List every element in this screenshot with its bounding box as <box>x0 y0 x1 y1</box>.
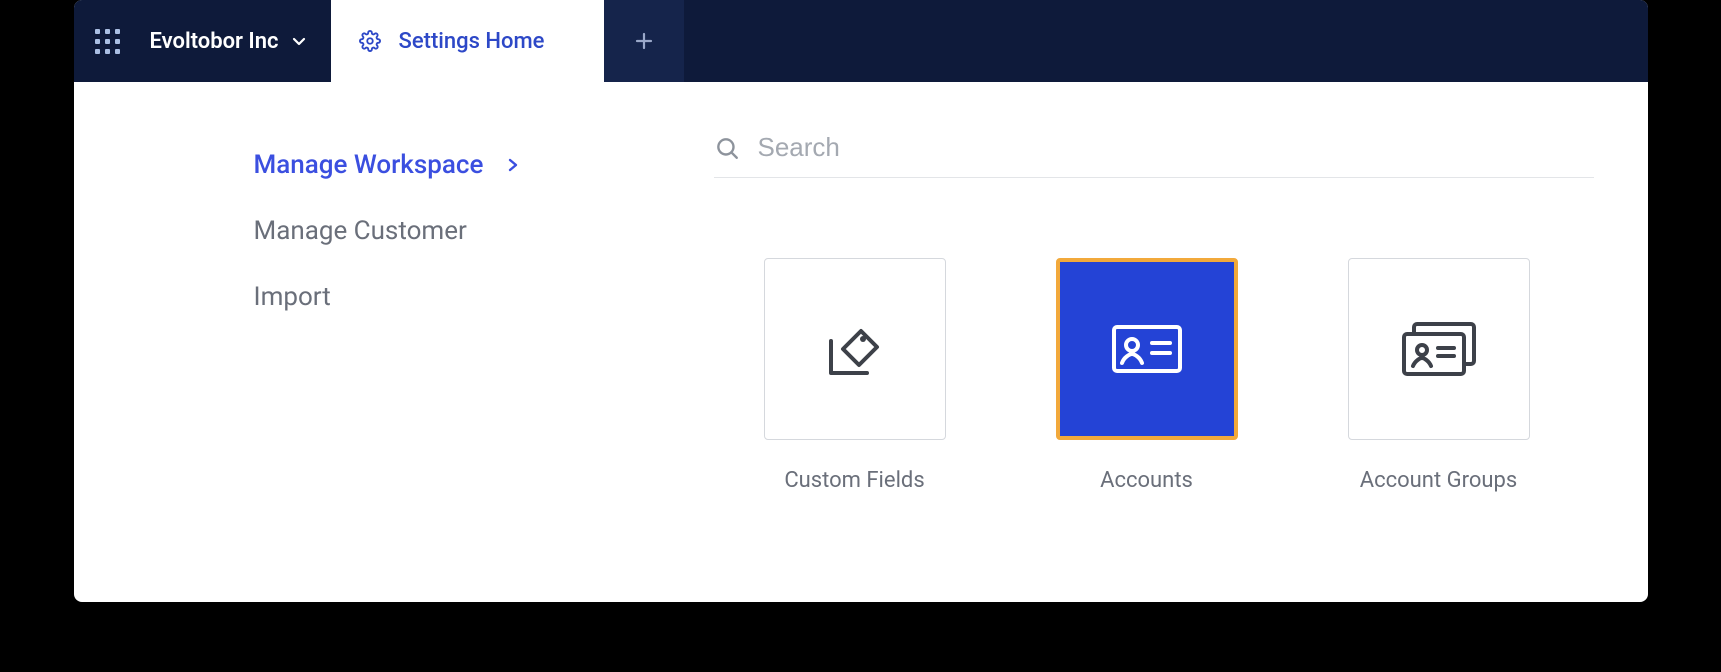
gear-icon <box>359 30 381 52</box>
sidebar-item-import[interactable]: Import <box>254 264 634 330</box>
tile-box <box>1056 258 1238 440</box>
sidebar-item-manage-workspace[interactable]: Manage Workspace <box>254 132 634 198</box>
app-window: Evoltobor Inc Settings Home <box>74 0 1648 602</box>
tile-custom-fields[interactable]: Custom Fields <box>764 258 946 493</box>
search-icon <box>714 135 740 161</box>
chevron-down-icon <box>291 33 307 49</box>
add-tab-button[interactable] <box>604 0 684 82</box>
sidebar-item-manage-customer[interactable]: Manage Customer <box>254 198 634 264</box>
chevron-right-icon <box>505 157 521 173</box>
org-name: Evoltobor Inc <box>150 29 279 54</box>
search-input[interactable] <box>758 132 1594 163</box>
sidebar: Manage Workspace Manage Customer Import <box>74 132 634 602</box>
tiles: Custom Fields <box>714 258 1608 493</box>
app-menu: Evoltobor Inc <box>74 0 331 82</box>
id-card-icon <box>1110 323 1184 375</box>
topbar: Evoltobor Inc Settings Home <box>74 0 1648 82</box>
sidebar-item-label: Manage Workspace <box>254 150 484 180</box>
search-row <box>714 132 1594 178</box>
tile-label: Custom Fields <box>784 468 924 493</box>
tile-label: Accounts <box>1100 468 1193 493</box>
tile-box <box>1348 258 1530 440</box>
sidebar-item-label: Manage Customer <box>254 216 467 246</box>
tile-box <box>764 258 946 440</box>
tile-account-groups[interactable]: Account Groups <box>1348 258 1530 493</box>
tab-settings-home[interactable]: Settings Home <box>331 0 605 82</box>
id-cards-icon <box>1400 320 1478 378</box>
main: Custom Fields <box>634 132 1648 602</box>
tile-accounts[interactable]: Accounts <box>1056 258 1238 493</box>
org-selector[interactable]: Evoltobor Inc <box>150 29 307 54</box>
apps-grid-icon[interactable] <box>94 27 122 55</box>
tile-label: Account Groups <box>1360 468 1517 493</box>
sidebar-item-label: Import <box>254 282 331 312</box>
plus-icon <box>632 29 656 53</box>
content: Manage Workspace Manage Customer Import <box>74 82 1648 602</box>
tag-icon <box>823 319 887 379</box>
tab-label: Settings Home <box>399 29 545 54</box>
